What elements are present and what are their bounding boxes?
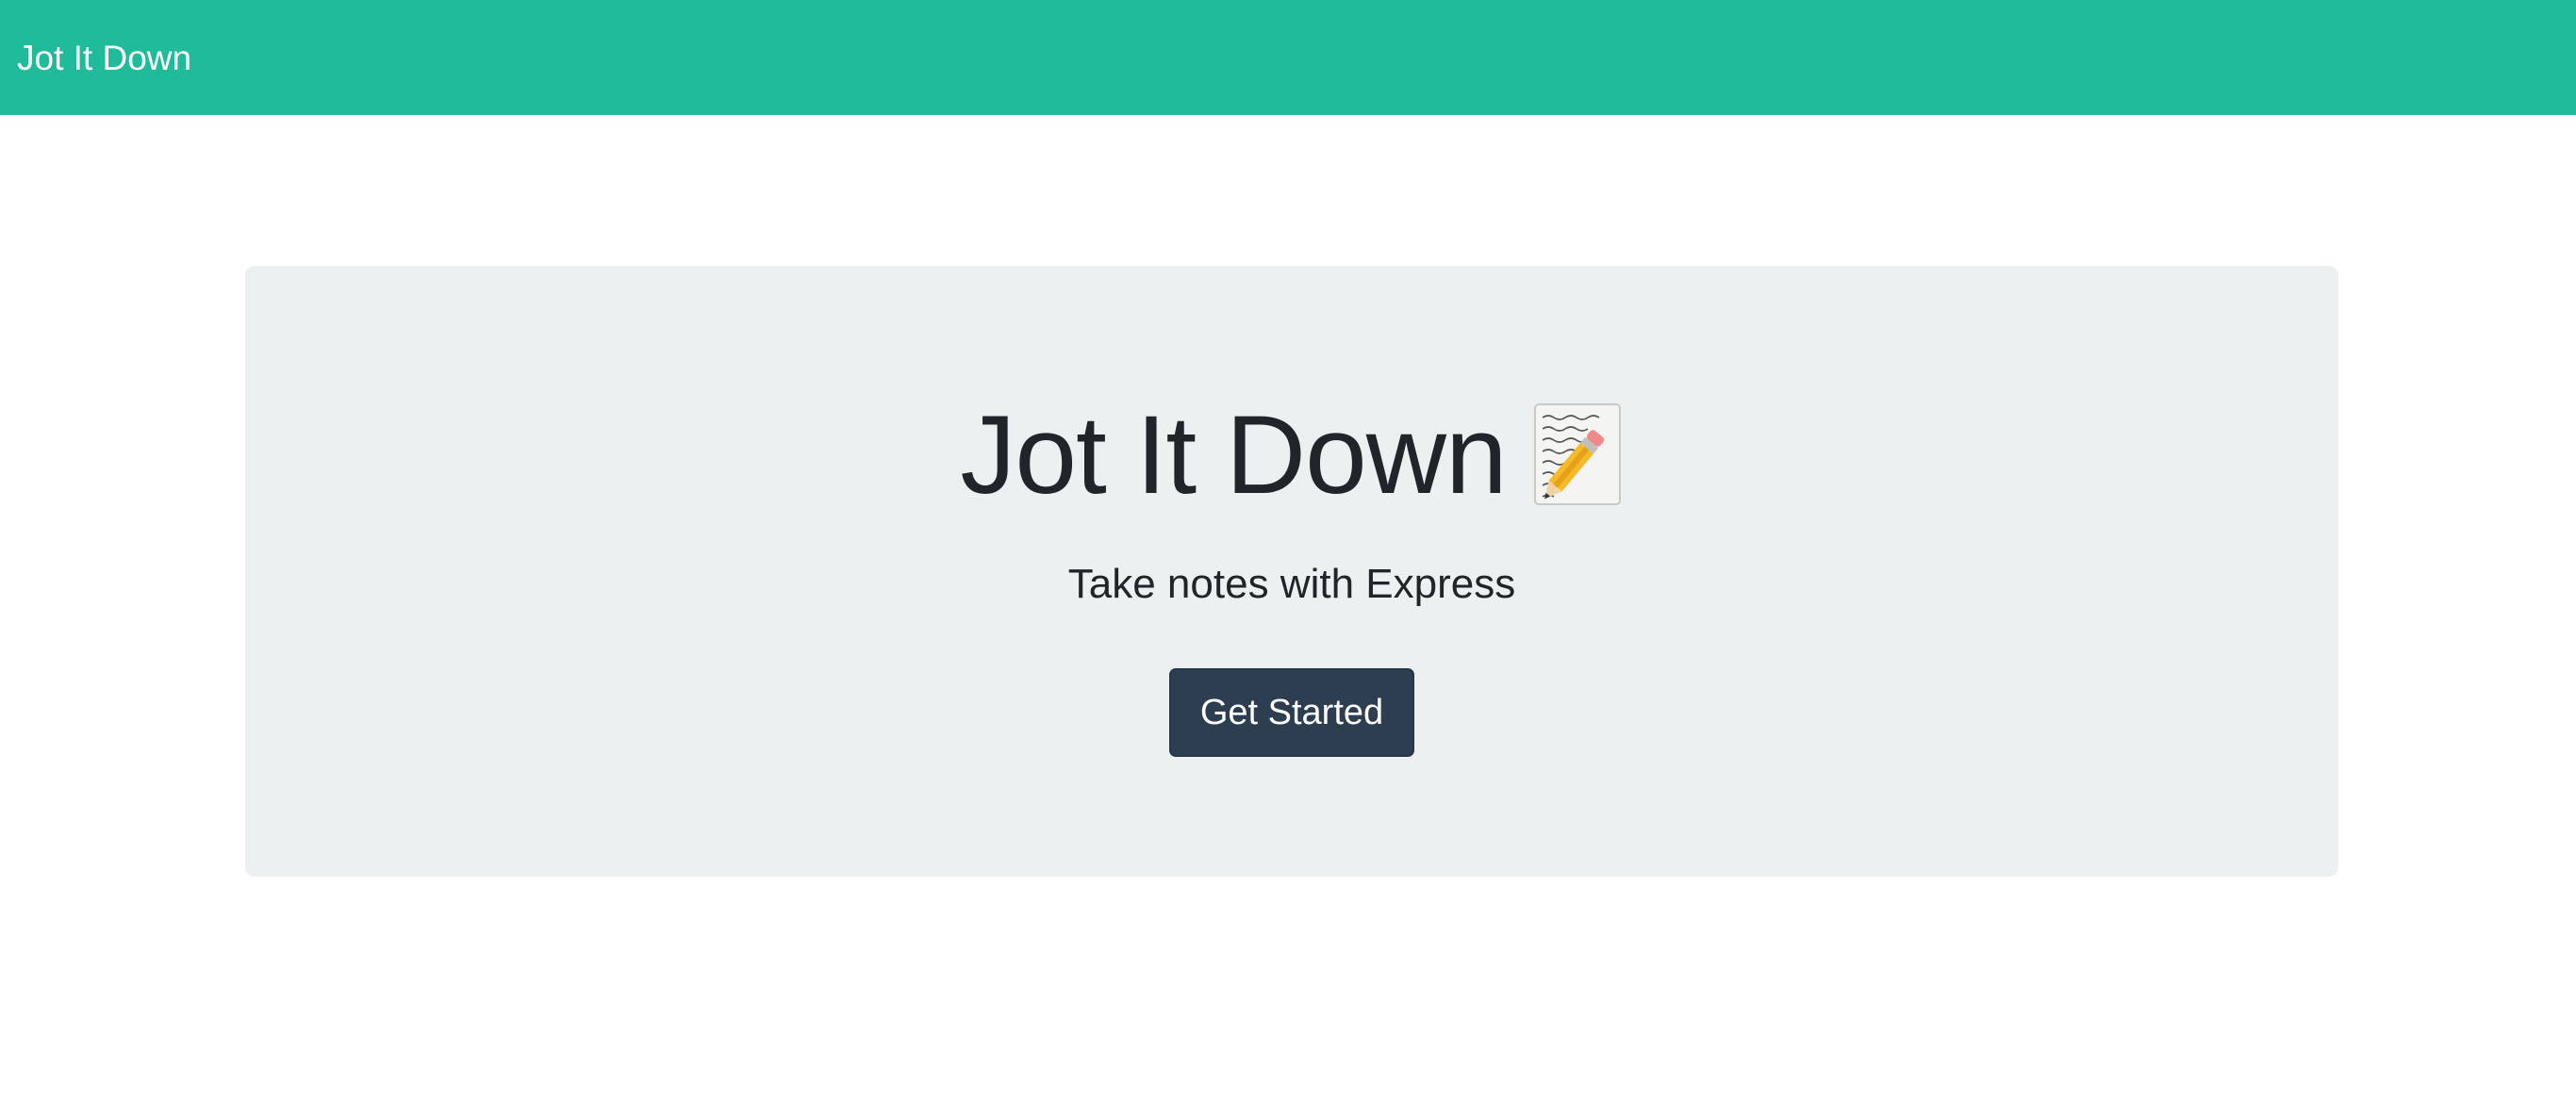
navbar-brand-link[interactable]: Jot It Down (17, 41, 191, 75)
hero-panel: Jot It Down Take notes with Express Get … (245, 266, 2338, 877)
get-started-button[interactable]: Get Started (1169, 668, 1414, 757)
navbar: Jot It Down (0, 0, 2576, 115)
hero-title: Jot It Down (960, 393, 1507, 517)
hero-subtitle: Take notes with Express (1067, 561, 1516, 607)
hero-title-row: Jot It Down (245, 400, 2338, 511)
memo-icon (1533, 402, 1624, 508)
